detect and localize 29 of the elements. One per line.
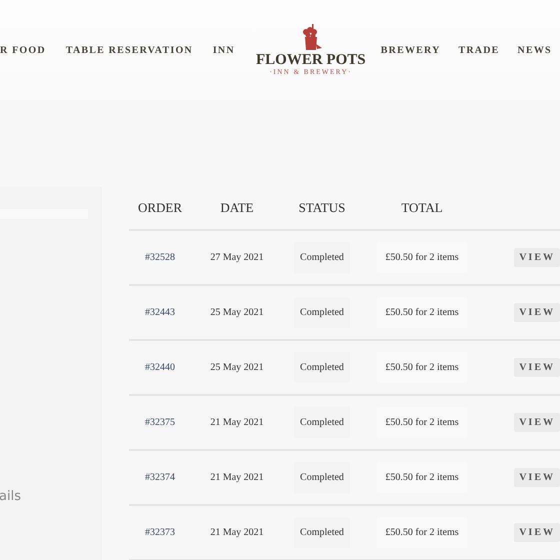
nav-link[interactable]: NEWS	[518, 42, 552, 58]
logo-title: FLOWER POTS	[256, 52, 366, 68]
date-cell-text: 25 May 2021	[210, 306, 264, 320]
view-button[interactable]: VIEW	[514, 468, 560, 487]
nav-link[interactable]: BREWERY	[380, 42, 441, 58]
view-button[interactable]: VIEW	[514, 523, 560, 542]
view-button[interactable]: VIEW	[514, 358, 560, 377]
date-cell-text: 21 May 2021	[210, 526, 264, 540]
order-link[interactable]: #32440	[145, 360, 175, 375]
view-button[interactable]: VIEW	[514, 303, 560, 322]
nav-link[interactable]: TRADE	[458, 42, 500, 58]
column-header: TOTAL	[401, 199, 443, 218]
order-link[interactable]: #32374	[145, 470, 175, 485]
date-cell-text: 21 May 2021	[210, 416, 264, 430]
date-cell-text: 27 May 2021	[210, 251, 264, 265]
view-button[interactable]: VIEW	[514, 413, 560, 432]
nav-link[interactable]: INN	[212, 42, 235, 58]
column-header: ORDER	[138, 199, 182, 218]
date-cell-text: 25 May 2021	[210, 361, 264, 375]
view-button[interactable]: VIEW	[514, 248, 560, 267]
column-header: DATE	[220, 199, 254, 218]
order-link[interactable]: #32443	[145, 305, 175, 320]
column-header: STATUS	[298, 199, 346, 218]
order-link[interactable]: #32375	[145, 415, 175, 430]
order-link[interactable]: #32528	[145, 250, 175, 265]
nav-link[interactable]: TABLE RESERVATION	[66, 42, 193, 58]
date-cell-text: 21 May 2021	[210, 471, 264, 485]
order-link[interactable]: #32373	[145, 525, 175, 540]
nav-link[interactable]: R FOOD	[0, 42, 46, 58]
